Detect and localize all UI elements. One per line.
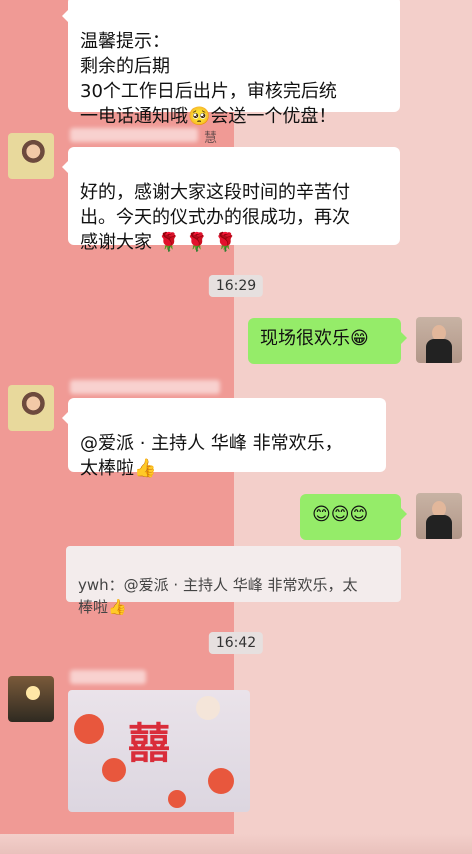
timestamp: 16:29	[208, 275, 264, 297]
sender-name-blur	[70, 380, 220, 394]
message-bubble[interactable]: @爱派 · 主持人 华峰 非常欢乐， 太棒啦👍	[62, 398, 386, 479]
lantern	[102, 758, 126, 782]
avatar-suit	[426, 339, 452, 363]
sender-name: 慧	[204, 131, 218, 146]
lantern	[208, 768, 234, 794]
avatar[interactable]	[416, 493, 462, 539]
sender-name-blur	[70, 670, 146, 684]
avatar-sun	[26, 686, 40, 700]
avatar-suit	[426, 515, 452, 539]
message-text: 好的，感谢大家这段时间的辛苦付 出。今天的仪式办的很成功，再次 感谢大家 🌹 🌹…	[80, 182, 350, 253]
message-text: 温馨提示： 剩余的后期 30个工作日后出片，审核完后统 一电话通知哦🥺会送一个优…	[80, 31, 337, 127]
message-bubble[interactable]: 好的，感谢大家这段时间的辛苦付 出。今天的仪式办的很成功，再次 感谢大家 🌹 🌹…	[62, 147, 400, 253]
message-bubble[interactable]: 现场很欢乐😁	[248, 318, 407, 364]
image-message[interactable]: 囍	[68, 690, 250, 812]
message-bubble[interactable]: 温馨提示： 剩余的后期 30个工作日后出片，审核完后统 一电话通知哦🥺会送一个优…	[62, 0, 400, 127]
lantern	[168, 790, 186, 808]
bottom-cut	[0, 834, 472, 854]
lantern	[196, 696, 220, 720]
message-bubble[interactable]: 😊😊😊	[300, 494, 407, 540]
lantern	[74, 714, 104, 744]
double-happiness-symbol: 囍	[128, 719, 171, 768]
avatar[interactable]	[8, 676, 54, 722]
avatar[interactable]	[8, 133, 54, 179]
timestamp: 16:42	[208, 632, 264, 654]
sender-name-blur	[70, 128, 198, 142]
avatar[interactable]	[8, 385, 54, 431]
message-text: 😊😊😊	[312, 504, 369, 525]
avatar[interactable]	[416, 317, 462, 363]
quoted-message[interactable]: ywh：@爱派 · 主持人 华峰 非常欢乐，太 棒啦👍	[66, 546, 401, 616]
message-text: 现场很欢乐😁	[260, 328, 369, 349]
